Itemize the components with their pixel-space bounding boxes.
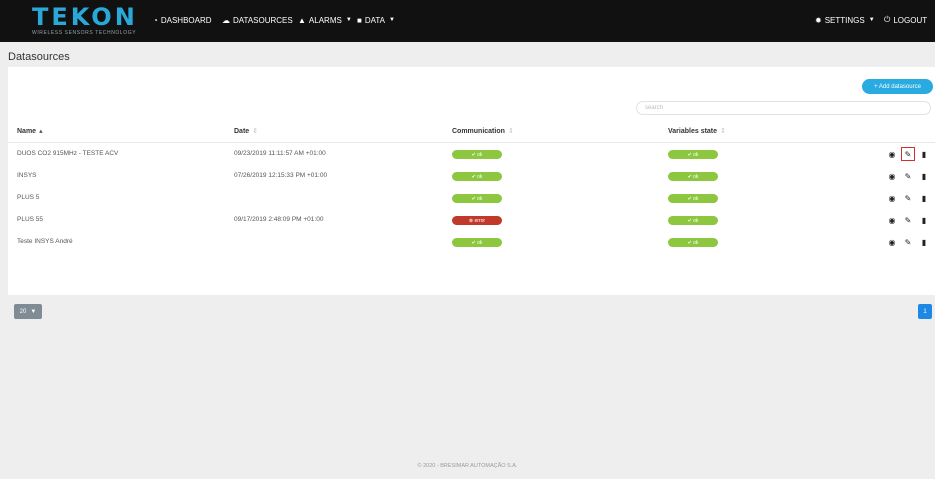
datasource-date: 09/17/2019 2:48:09 PM +01:00 (234, 216, 324, 223)
table-row[interactable]: PLUS 5 ✔ ok ✔ ok ◉ ✎ ▮ (8, 188, 935, 210)
page-size-value: 20 (19, 308, 27, 315)
column-header-communication[interactable]: Communication ⇕ (452, 127, 514, 135)
nav-settings-label: SETTINGS (824, 15, 865, 25)
trash-icon[interactable]: ▮ (919, 149, 929, 159)
column-header-date[interactable]: Date ⇕ (234, 127, 258, 135)
search-input[interactable] (636, 101, 931, 115)
nav-dashboard[interactable]: ◔ DASHBOARD (153, 13, 212, 27)
variables-state-badge: ✔ ok (668, 172, 718, 181)
variables-state-badge: ✔ ok (668, 194, 718, 203)
communication-badge: ✔ ok (452, 172, 502, 181)
pencil-icon[interactable]: ✎ (901, 147, 915, 161)
pencil-icon[interactable]: ✎ (903, 171, 913, 181)
eye-icon[interactable]: ◉ (887, 215, 897, 225)
table-row[interactable]: DUOS CO2 915MHz - TESTE ACV 09/23/2019 1… (8, 144, 935, 166)
column-header-name[interactable]: Name ▴ (17, 127, 43, 135)
power-icon: ⏻ (884, 15, 891, 24)
eye-icon[interactable]: ◉ (887, 171, 897, 181)
column-header-variables-state[interactable]: Variables state ⇕ (668, 127, 726, 135)
datasource-name: Teste INSYS André (17, 238, 73, 245)
datasources-panel: + Add datasource Name▴ Date⇕ Communicati… (8, 67, 935, 319)
pencil-icon[interactable]: ✎ (903, 193, 913, 203)
sort-icon: ⇕ (720, 128, 726, 135)
chevron-down-icon: ▼ (868, 17, 875, 23)
add-datasource-button[interactable]: + Add datasource (862, 79, 933, 94)
chevron-down-icon: ▼ (30, 308, 37, 315)
variables-state-badge: ✔ ok (668, 150, 718, 159)
page-content: Datasources + Add datasource Name▴ Date⇕… (0, 42, 935, 479)
datasource-date: 07/26/2019 12:15:33 PM +01:00 (234, 172, 328, 179)
nav-data-label: DATA (364, 15, 385, 25)
communication-badge: ✔ ok (452, 194, 502, 203)
nav-logout[interactable]: ⏻ LOGOUT (884, 13, 927, 27)
logo-tagline: WIRELESS SENSORS TECHNOLOGY (32, 30, 137, 36)
trash-icon[interactable]: ▮ (919, 215, 929, 225)
server-icon: ■ (357, 15, 362, 25)
datasource-name: DUOS CO2 915MHz - TESTE ACV (17, 150, 119, 157)
datasource-name: INSYS (17, 172, 37, 179)
table-row[interactable]: INSYS 07/26/2019 12:15:33 PM +01:00 ✔ ok… (8, 166, 935, 188)
eye-icon[interactable]: ◉ (887, 149, 897, 159)
sort-asc-icon: ▴ (39, 128, 43, 135)
nav-datasources-label: DATASOURCES (233, 15, 293, 25)
trash-icon[interactable]: ▮ (919, 171, 929, 181)
gear-icon: ✹ (815, 15, 822, 25)
eye-icon[interactable]: ◉ (887, 193, 897, 203)
database-icon: ☁ (222, 15, 230, 25)
sort-icon: ⇕ (507, 128, 514, 135)
chevron-down-icon: ▼ (389, 17, 395, 23)
nav-logout-label: LOGOUT (893, 15, 928, 25)
tekon-logo[interactable]: TEKON WIRELESS SENSORS TECHNOLOGY (32, 3, 138, 39)
pencil-icon[interactable]: ✎ (903, 237, 913, 247)
variables-state-badge: ✔ ok (668, 216, 718, 225)
nav-alarms[interactable]: ▲ ALARMS ▼ (298, 13, 352, 27)
communication-badge: ⊗ error (452, 216, 502, 225)
table-row[interactable]: PLUS 55 09/17/2019 2:48:09 PM +01:00 ⊗ e… (8, 210, 935, 232)
dashboard-icon: ◔ (153, 15, 158, 25)
pencil-icon[interactable]: ✎ (903, 215, 913, 225)
footer-copyright: © 2020 - BRESIMAR AUTOMAÇÃO S.A. (417, 463, 518, 469)
eye-icon[interactable]: ◉ (887, 237, 897, 247)
page-size-select[interactable]: 20 ▼ (14, 304, 42, 319)
nav-alarms-label: ALARMS (308, 15, 342, 25)
logo-wordmark: TEKON (32, 3, 138, 31)
nav-dashboard-label: DASHBOARD (160, 15, 212, 25)
nav-settings[interactable]: ✹ SETTINGS ▼ (815, 13, 875, 27)
pagination-page-1[interactable]: 1 (918, 304, 932, 319)
nav-datasources[interactable]: ☁ DATASOURCES (222, 13, 293, 27)
trash-icon[interactable]: ▮ (919, 193, 929, 203)
datasource-date: 09/23/2019 11:11:57 AM +01:00 (234, 150, 326, 157)
sort-icon: ⇕ (252, 128, 259, 135)
communication-badge: ✔ ok (452, 150, 502, 159)
chevron-down-icon: ▼ (345, 17, 352, 23)
trash-icon[interactable]: ▮ (919, 237, 929, 247)
page-title: Datasources (8, 51, 70, 63)
table-row[interactable]: Teste INSYS André ✔ ok ✔ ok ◉ ✎ ▮ (8, 232, 935, 254)
datasource-name: PLUS 55 (17, 216, 44, 223)
datasource-name: PLUS 5 (17, 194, 40, 201)
nav-data[interactable]: ■ DATA ▼ (357, 13, 395, 27)
variables-state-badge: ✔ ok (668, 238, 718, 247)
communication-badge: ✔ ok (452, 238, 502, 247)
bell-icon: ▲ (298, 15, 306, 25)
top-navbar: TEKON WIRELESS SENSORS TECHNOLOGY ◔ DASH… (0, 0, 935, 42)
table-divider (8, 142, 935, 143)
